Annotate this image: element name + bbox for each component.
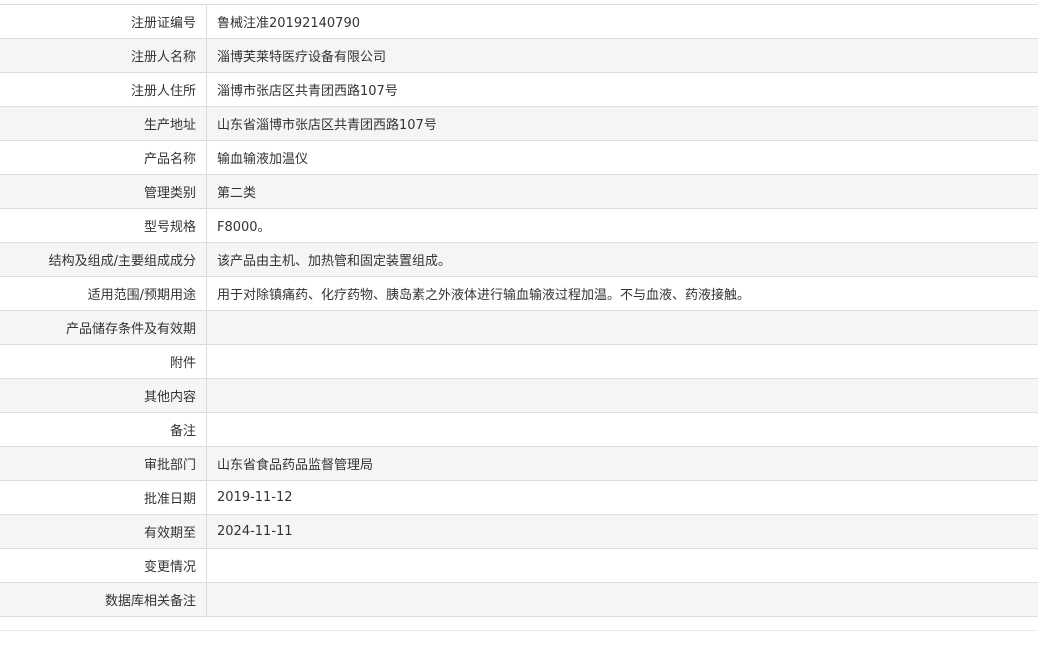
row-intended-use: 适用范围/预期用途 用于对除镇痛药、化疗药物、胰岛素之外液体进行输血输液过程加温… [0,276,1038,311]
row-value: 2019-11-12 [206,480,1038,515]
row-label: 结构及组成/主要组成成分 [0,242,207,277]
row-value [206,548,1038,583]
row-label: 注册人名称 [0,38,207,73]
row-value: 鲁械注准20192140790 [206,4,1038,39]
row-label: 注册人住所 [0,72,207,107]
row-label: 管理类别 [0,174,207,209]
row-value: 2024-11-11 [206,514,1038,549]
row-label: 注册证编号 [0,4,207,39]
row-approval-date: 批准日期 2019-11-12 [0,480,1038,515]
row-label: 型号规格 [0,208,207,243]
row-value: 该产品由主机、加热管和固定装置组成。 [206,242,1038,277]
row-storage-conditions: 产品储存条件及有效期 [0,310,1038,345]
row-registrant-address: 注册人住所 淄博市张店区共青团西路107号 [0,72,1038,107]
row-production-address: 生产地址 山东省淄博市张店区共青团西路107号 [0,106,1038,141]
row-other-content: 其他内容 [0,378,1038,413]
row-label: 适用范围/预期用途 [0,276,207,311]
row-attachments: 附件 [0,344,1038,379]
registration-detail-table: 注册证编号 鲁械注准20192140790 注册人名称 淄博芙莱特医疗设备有限公… [0,4,1038,617]
row-value: 输血输液加温仪 [206,140,1038,175]
row-value [206,310,1038,345]
row-value [206,582,1038,617]
row-value [206,344,1038,379]
row-value: 用于对除镇痛药、化疗药物、胰岛素之外液体进行输血输液过程加温。不与血液、药液接触… [206,276,1038,311]
row-remarks: 备注 [0,412,1038,447]
row-value: 山东省食品药品监督管理局 [206,446,1038,481]
row-valid-until: 有效期至 2024-11-11 [0,514,1038,549]
row-model-spec: 型号规格 F8000。 [0,208,1038,243]
row-label: 生产地址 [0,106,207,141]
row-label: 其他内容 [0,378,207,413]
row-structure-composition: 结构及组成/主要组成成分 该产品由主机、加热管和固定装置组成。 [0,242,1038,277]
row-product-name: 产品名称 输血输液加温仪 [0,140,1038,175]
row-label: 审批部门 [0,446,207,481]
row-management-class: 管理类别 第二类 [0,174,1038,209]
row-label: 产品名称 [0,140,207,175]
row-registrant-name: 注册人名称 淄博芙莱特医疗设备有限公司 [0,38,1038,73]
row-registration-number: 注册证编号 鲁械注准20192140790 [0,4,1038,39]
row-value: F8000。 [206,208,1038,243]
row-label: 有效期至 [0,514,207,549]
divider [0,630,1038,631]
row-label: 批准日期 [0,480,207,515]
row-value: 山东省淄博市张店区共青团西路107号 [206,106,1038,141]
row-label: 产品储存条件及有效期 [0,310,207,345]
row-value [206,412,1038,447]
row-value [206,378,1038,413]
row-approval-department: 审批部门 山东省食品药品监督管理局 [0,446,1038,481]
row-label: 附件 [0,344,207,379]
row-label: 备注 [0,412,207,447]
row-label: 变更情况 [0,548,207,583]
row-value: 淄博芙莱特医疗设备有限公司 [206,38,1038,73]
row-value: 第二类 [206,174,1038,209]
row-label: 数据库相关备注 [0,582,207,617]
row-database-notes: 数据库相关备注 [0,582,1038,617]
detail-page: 注册证编号 鲁械注准20192140790 注册人名称 淄博芙莱特医疗设备有限公… [0,0,1038,647]
row-value: 淄博市张店区共青团西路107号 [206,72,1038,107]
row-change-history: 变更情况 [0,548,1038,583]
